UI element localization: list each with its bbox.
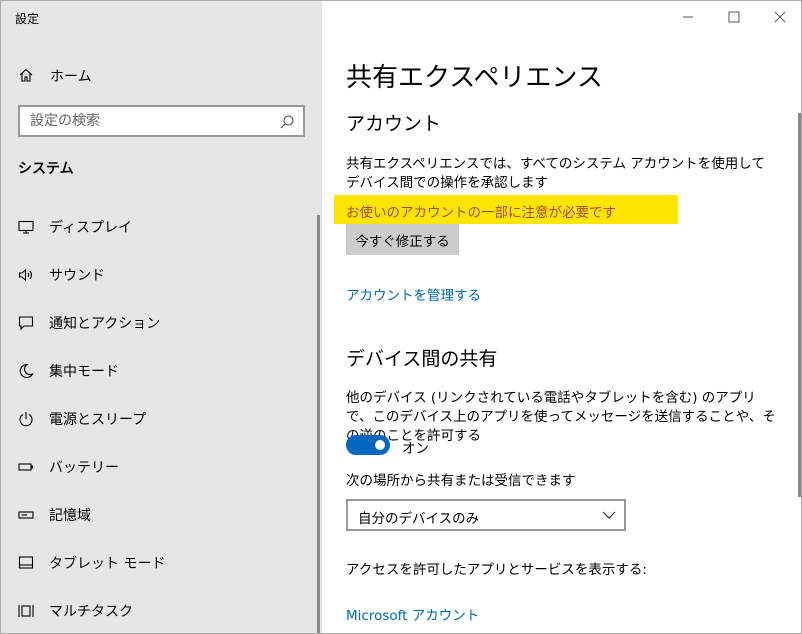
search-box[interactable] bbox=[18, 105, 305, 137]
maximize-button[interactable] bbox=[711, 1, 757, 33]
sidebar-item-display[interactable]: ディスプレイ bbox=[1, 207, 319, 247]
warning-text: お使いのアカウントの一部に注意が必要です bbox=[346, 205, 616, 221]
account-heading: アカウント bbox=[346, 113, 442, 135]
notification-icon bbox=[18, 316, 34, 331]
device-sharing-heading: デバイス間の共有 bbox=[346, 348, 498, 370]
sidebar-item-battery[interactable]: バッテリー bbox=[1, 447, 319, 487]
home-icon bbox=[19, 68, 33, 82]
sidebar-item-label: 集中モード bbox=[49, 364, 119, 380]
sidebar-item-focus[interactable]: 集中モード bbox=[1, 351, 319, 391]
chevron-down-icon bbox=[602, 511, 616, 519]
share-from-dropdown[interactable]: 自分のデバイスのみ bbox=[346, 499, 626, 531]
sidebar-item-notifications[interactable]: 通知とアクション bbox=[1, 303, 319, 343]
sidebar-item-label: 記憶域 bbox=[49, 508, 91, 524]
fix-now-button[interactable]: 今すぐ修正する bbox=[346, 224, 459, 255]
sidebar-item-label: 通知とアクション bbox=[49, 316, 161, 332]
sidebar-item-sound[interactable]: サウンド bbox=[1, 255, 319, 295]
sidebar-home[interactable]: ホーム bbox=[1, 59, 322, 91]
sidebar-item-multitasking[interactable]: マルチタスク bbox=[1, 591, 319, 631]
share-from-label: 次の場所から共有または受信できます bbox=[346, 473, 576, 489]
minimize-icon bbox=[683, 16, 693, 18]
section-label-system: システム bbox=[18, 161, 74, 177]
sidebar: 設定 ホーム システム ディスプレイ bbox=[1, 1, 322, 633]
power-icon bbox=[19, 412, 33, 427]
manage-accounts-link[interactable]: アカウントを管理する bbox=[346, 284, 481, 304]
moon-icon bbox=[19, 363, 34, 378]
sidebar-item-power[interactable]: 電源とスリープ bbox=[1, 399, 319, 439]
app-title: 設定 bbox=[15, 12, 40, 26]
sidebar-item-label: ディスプレイ bbox=[49, 220, 133, 236]
main-scrollbar[interactable] bbox=[798, 113, 801, 497]
main-content: 共有エクスペリエンス アカウント 共有エクスペリエンスでは、すべてのシステム ア… bbox=[322, 1, 801, 633]
sidebar-scrollbar[interactable] bbox=[317, 215, 320, 633]
dropdown-value: 自分のデバイスのみ bbox=[358, 511, 480, 527]
settings-window: 設定 ホーム システム ディスプレイ bbox=[0, 0, 802, 634]
sidebar-item-storage[interactable]: 記憶域 bbox=[1, 495, 319, 535]
window-controls bbox=[665, 1, 801, 33]
sidebar-home-label: ホーム bbox=[50, 69, 92, 85]
storage-icon bbox=[18, 511, 34, 519]
sidebar-item-label: サウンド bbox=[49, 268, 105, 284]
search-icon[interactable] bbox=[279, 114, 295, 130]
maximize-icon bbox=[728, 11, 740, 23]
minimize-button[interactable] bbox=[665, 1, 711, 33]
multitask-icon bbox=[18, 605, 34, 617]
sidebar-item-label: バッテリー bbox=[49, 460, 119, 476]
sidebar-item-label: マルチタスク bbox=[49, 604, 133, 620]
close-icon bbox=[774, 11, 786, 23]
apps-access-label: アクセスを許可したアプリとサービスを表示する: bbox=[346, 562, 647, 578]
device-sharing-toggle[interactable] bbox=[346, 435, 390, 455]
sidebar-item-label: 電源とスリープ bbox=[49, 412, 147, 428]
toggle-knob bbox=[375, 440, 385, 450]
monitor-icon bbox=[18, 220, 34, 234]
close-button[interactable] bbox=[757, 1, 801, 33]
page-title: 共有エクスペリエンス bbox=[346, 63, 603, 93]
toggle-state-label: オン bbox=[402, 441, 429, 457]
sidebar-item-label: タブレット モード bbox=[49, 556, 166, 572]
battery-icon bbox=[18, 463, 33, 471]
sidebar-item-tablet-mode[interactable]: タブレット モード bbox=[1, 543, 319, 583]
warning-banner: お使いのアカウントの一部に注意が必要です bbox=[334, 195, 678, 224]
speaker-icon bbox=[18, 268, 33, 282]
account-description: 共有エクスペリエンスでは、すべてのシステム アカウントを使用してデバイス間での操… bbox=[346, 156, 765, 191]
microsoft-account-link[interactable]: Microsoft アカウント bbox=[346, 604, 479, 624]
tablet-icon bbox=[18, 556, 34, 569]
search-input[interactable] bbox=[30, 112, 270, 130]
